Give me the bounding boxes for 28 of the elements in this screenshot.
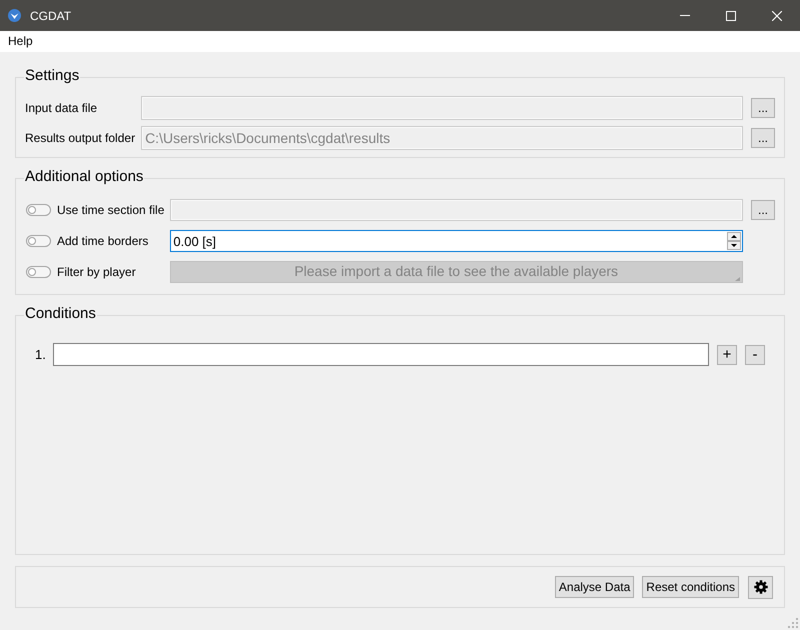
option-label: Add time borders — [57, 234, 148, 248]
gear-icon — [754, 580, 768, 594]
resize-grip-icon[interactable] — [788, 618, 798, 628]
window-title: CGDAT — [30, 8, 72, 22]
step-up-button[interactable] — [727, 232, 741, 241]
toggle-switch[interactable] — [26, 235, 51, 247]
add-condition-button[interactable]: + — [717, 344, 737, 364]
condition-number: 1. — [35, 347, 47, 362]
close-icon — [772, 10, 782, 20]
field-label: Input data file — [25, 100, 98, 116]
number-field[interactable]: 0.00 [s] — [170, 230, 743, 252]
settings-button[interactable] — [748, 576, 773, 598]
condition-field[interactable] — [53, 343, 709, 366]
maximize-icon — [726, 10, 736, 20]
down-arrow-icon — [731, 244, 737, 247]
app-icon — [8, 9, 21, 22]
up-arrow-icon — [731, 235, 737, 238]
action-button[interactable]: Reset conditions — [642, 576, 739, 598]
group-title: Additional options — [24, 168, 144, 186]
group-title: Settings — [24, 67, 80, 85]
option-label: Use time section file — [57, 202, 164, 218]
minimize-icon — [680, 15, 690, 16]
option-label: Filter by player — [57, 264, 136, 280]
menu-item[interactable]: Help — [8, 34, 33, 49]
remove-condition-button[interactable]: - — [745, 344, 765, 364]
step-down-button[interactable] — [727, 241, 741, 250]
action-button[interactable]: Analyse Data — [554, 576, 634, 598]
field-label: Results output folder — [25, 130, 136, 146]
